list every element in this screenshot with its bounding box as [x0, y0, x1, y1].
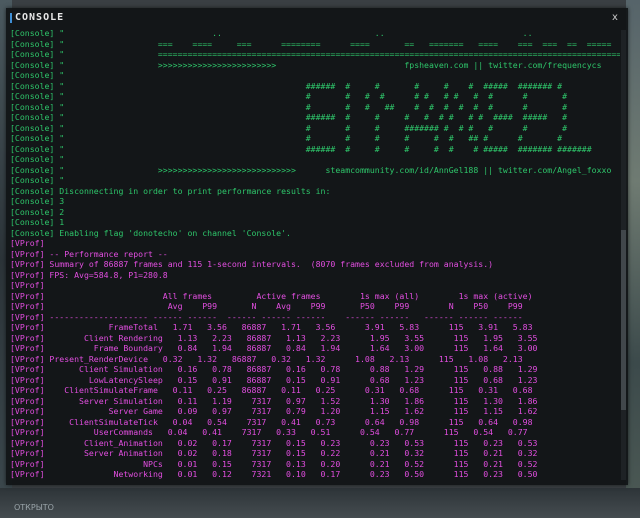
console-line: [Console] " # # # ####### # # # # # #	[10, 122, 568, 133]
console-line: [Console] "	[10, 154, 65, 164]
console-line: [VProf] Frame Boundary 0.84 1.94 86887 0…	[10, 343, 538, 353]
console-line: [Console] " # # # ## # # # # # # # #	[10, 101, 568, 112]
title-accent-bar	[10, 13, 12, 23]
console-line: [VProf]	[10, 280, 45, 290]
console-line: [VProf]	[10, 238, 45, 248]
background-bottom-text: ОТКРЫТО	[14, 503, 54, 512]
console-titlebar[interactable]: CONSOLE x	[6, 8, 628, 28]
console-line: [Console] " ###### # # # # # ##### #####…	[10, 80, 563, 91]
console-line: [VProf] Server Animation 0.02 0.18 7317 …	[10, 448, 538, 458]
console-line: [VProf] ClientSimulateTick 0.04 0.54 731…	[10, 416, 533, 427]
console-line: [Console] 3	[10, 196, 65, 206]
console-line: [VProf] Summary of 86887 frames and 115 …	[10, 259, 494, 269]
console-line: [Console] "	[10, 175, 65, 185]
console-log[interactable]: [Console] " .. .. .. .. [Console] " === =…	[10, 28, 620, 482]
console-line: [Console] Disconnecting in order to prin…	[10, 185, 331, 196]
console-line: [Console] " ###### # # # # # # # # #### …	[10, 112, 568, 122]
console-line: [VProf] All frames Active frames 1s max …	[10, 290, 533, 301]
console-line: [VProf] FPS: Avg=584.8, P1=280.8	[10, 269, 168, 280]
console-line: [Console] Enabling flag 'donotecho' on c…	[10, 227, 291, 238]
console-line: [VProf] Client_Animation 0.02 0.17 7317 …	[10, 437, 538, 448]
console-line: [VProf] Server Game 0.09 0.97 7317 0.79 …	[10, 406, 538, 416]
console-line: [Console] " ============================…	[10, 49, 620, 59]
console-line: [Console] " === ==== === ======== ==== =…	[10, 38, 620, 49]
console-line: [VProf] -------------------- ------ ----…	[10, 311, 523, 322]
console-line: [VProf] Client Rendering 1.13 2.23 86887…	[10, 332, 538, 343]
console-line: [Console] " >>>>>>>>>>>>>>>>>>>>>>>>>>>>…	[10, 164, 612, 175]
console-line: [Console] "	[10, 70, 65, 80]
console-line: [VProf] LowLatencySleep 0.15 0.91 86887 …	[10, 374, 538, 385]
background-bottom: ОТКРЫТО	[0, 488, 640, 518]
console-line: [Console] " # # # # # # # # # # # #	[10, 91, 568, 101]
console-scrollbar-thumb[interactable]	[621, 230, 626, 410]
console-line: [VProf] UserCommands 0.04 0.41 7317 0.33…	[10, 427, 528, 437]
console-line: [VProf] Client Simulation 0.16 0.78 8688…	[10, 364, 538, 374]
console-line: [VProf] ClientSimulateFrame 0.11 0.25 86…	[10, 385, 533, 395]
console-line: [Console] " >>>>>>>>>>>>>>>>>>>>>>>> fps…	[10, 59, 602, 70]
console-line: [VProf] -- Performance report --	[10, 248, 168, 259]
console-line: [VProf]	[10, 480, 620, 483]
console-line: [VProf] Present_RenderDevice 0.32 1.32 8…	[10, 353, 523, 364]
console-line: [Console] " ###### # # # # # # ##### ###…	[10, 143, 592, 154]
console-line: [Console] " .. .. .. ..	[10, 28, 620, 38]
console-line: [VProf] NPCs 0.01 0.15 7317 0.13 0.20 0.…	[10, 458, 538, 469]
background-right	[626, 0, 640, 518]
close-icon[interactable]: x	[608, 11, 622, 25]
console-line: [Console] " # # # # # # ## # # #	[10, 133, 563, 143]
console-line: [VProf] Server Simulation 0.11 1.19 7317…	[10, 395, 538, 406]
console-title: CONSOLE	[15, 12, 65, 23]
console-scrollbar[interactable]	[621, 30, 626, 480]
console-line: [Console] 1	[10, 217, 65, 227]
console-window: CONSOLE x [Console] " .. .. .. .. [Consol…	[6, 8, 628, 485]
console-line: [VProf] Networking 0.01 0.12 7321 0.10 0…	[10, 469, 538, 479]
console-line: [Console] 2	[10, 206, 65, 217]
console-line: [VProf] FrameTotal 1.71 3.56 86887 1.71 …	[10, 322, 533, 332]
console-line: [VProf] Avg P99 N Avg P99 P50 P99 N P50 …	[10, 301, 523, 311]
